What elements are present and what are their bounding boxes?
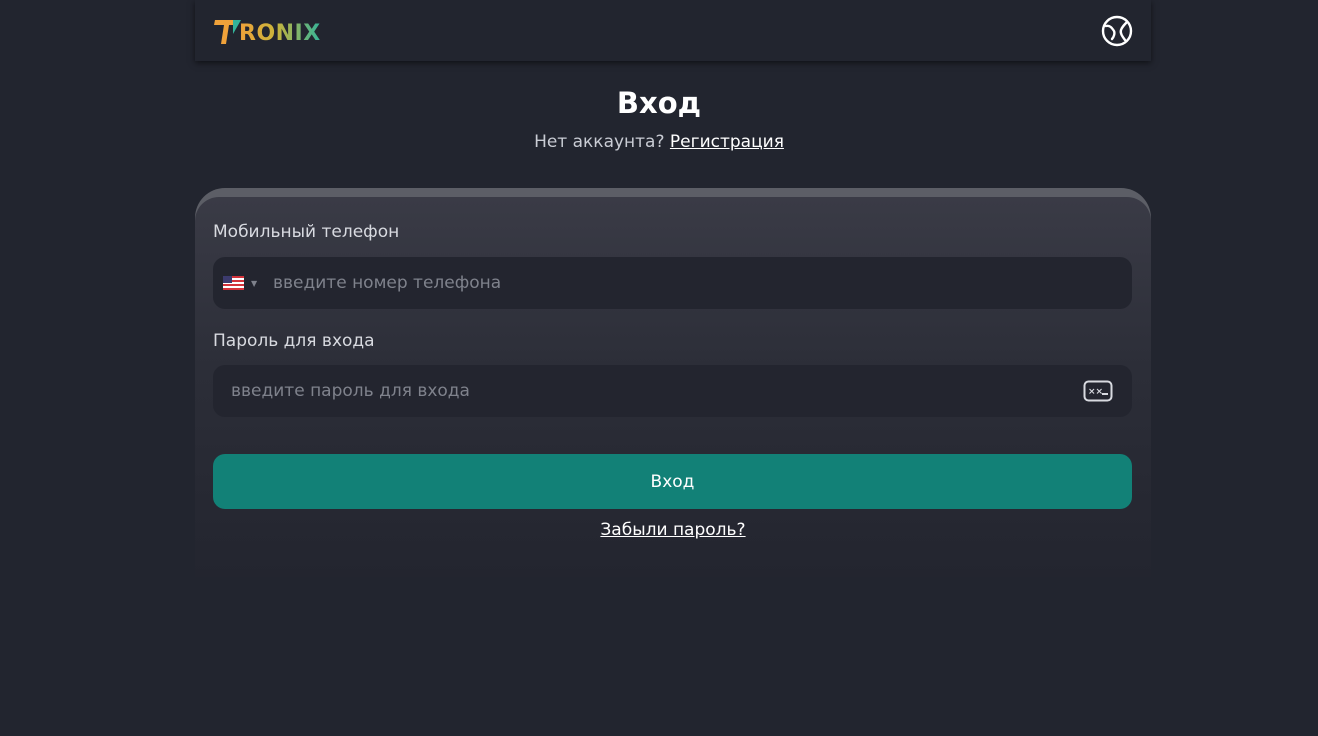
svg-text:××: ××: [1088, 387, 1103, 397]
password-input[interactable]: [231, 365, 1083, 417]
brand-logo-text: RONIX: [239, 21, 321, 46]
no-account-text: Нет аккаунта?: [534, 132, 665, 152]
login-button[interactable]: Вход: [213, 454, 1132, 509]
register-link[interactable]: Регистрация: [670, 132, 784, 152]
page-title: Вход: [616, 86, 702, 120]
register-prompt: Нет аккаунта? Регистрация: [0, 132, 1318, 152]
us-flag-icon: [223, 276, 244, 290]
phone-label: Мобильный телефон: [213, 222, 400, 242]
password-hidden-icon: ××: [1083, 380, 1113, 402]
globe-icon: [1101, 15, 1133, 46]
country-selector[interactable]: ▼: [213, 276, 273, 290]
chevron-down-icon: ▼: [251, 278, 258, 288]
password-label: Пароль для входа: [213, 331, 375, 351]
password-visibility-toggle[interactable]: ××: [1083, 380, 1113, 402]
phone-input[interactable]: [273, 257, 1132, 309]
phone-field[interactable]: ▼: [213, 257, 1132, 309]
top-bar: RONIX: [195, 0, 1151, 61]
password-field[interactable]: ××: [213, 365, 1132, 417]
brand-logo[interactable]: RONIX: [213, 11, 321, 51]
login-form: Мобильный телефон ▼ Пароль для входа ××: [195, 197, 1151, 577]
forgot-password-link[interactable]: Забыли пароль?: [195, 520, 1151, 540]
language-button[interactable]: [1100, 14, 1134, 48]
